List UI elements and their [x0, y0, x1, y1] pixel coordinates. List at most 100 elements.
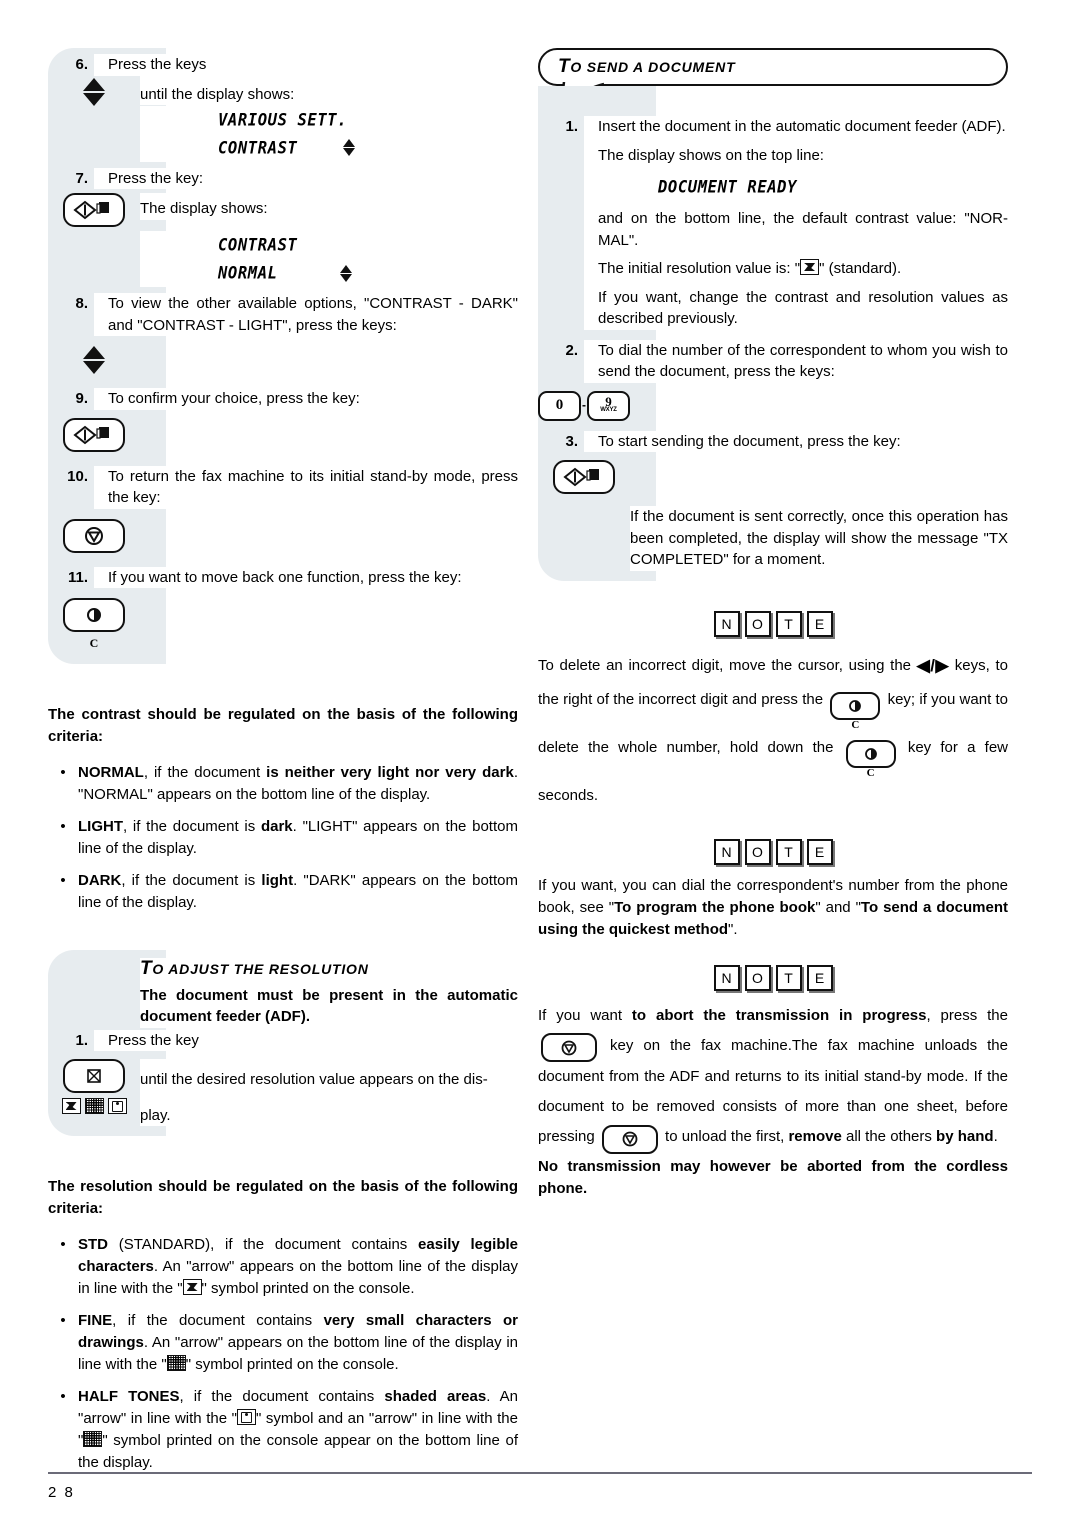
- bullet-text: STD (STANDARD), if the document contains…: [78, 1234, 518, 1300]
- stop-icon: [622, 1131, 638, 1147]
- key-slot: [538, 460, 630, 494]
- send-step-1-l5: If you want, change the contrast and res…: [598, 288, 1008, 328]
- step-text: Press the key: [94, 1029, 518, 1051]
- resolution-step-1: 1. Press the key: [48, 1029, 518, 1051]
- up-down-arrows-indicator-icon: [343, 139, 356, 156]
- display-block-1: VARIOUS SETT. CONTRAST: [48, 105, 518, 162]
- clear-key[interactable]: [63, 598, 125, 632]
- resolution-criteria-heading: The resolution should be regulated on th…: [48, 1178, 518, 1217]
- note-letter: T: [775, 838, 802, 865]
- stop-key-inline-2[interactable]: [601, 1124, 658, 1154]
- note-letter: N: [713, 964, 740, 991]
- note-letter: T: [775, 964, 802, 991]
- note-2-seg-2: " and ": [815, 898, 861, 916]
- note-badge-1: N O T E: [538, 610, 1008, 637]
- resolution-key[interactable]: [63, 1059, 125, 1093]
- lcd-line-bottom: CONTRAST: [218, 137, 298, 158]
- keypad-key-9[interactable]: 9 WXYZ: [587, 390, 630, 421]
- section-title-rest: O ADJUST THE RESOLUTION: [152, 961, 369, 977]
- key-slot: 0 - 9 WXYZ: [538, 390, 630, 421]
- note-letter: O: [744, 610, 771, 637]
- contrast-bullet-light: • LIGHT, if the document is dark. "LIGHT…: [48, 816, 518, 860]
- contrast-bullet-dark: • DARK, if the document is light. "DARK"…: [48, 870, 518, 914]
- note-badge-2: N O T E: [538, 838, 1008, 865]
- start-key[interactable]: [553, 460, 615, 494]
- up-down-arrows-icon[interactable]: [83, 346, 105, 374]
- send-step-3: 3. To start sending the document, press …: [538, 430, 1008, 452]
- note-3-body: If you want to abort the transmission in…: [538, 1001, 1008, 1154]
- note-3-seg-1: If you want: [538, 1006, 632, 1024]
- stop-key[interactable]: [63, 518, 125, 553]
- steps-rail-left: 6. Press the keys until the display show…: [48, 48, 518, 664]
- start-key[interactable]: [63, 417, 125, 452]
- send-step-1-l2: The display shows on the top line:: [598, 146, 824, 164]
- bullet-dot-icon: •: [60, 1388, 66, 1405]
- stop-key-inline-1[interactable]: [541, 1033, 597, 1062]
- clear-key-inline-2[interactable]: C: [845, 739, 896, 779]
- clear-icon: [87, 608, 101, 622]
- stop-key[interactable]: [601, 1124, 658, 1154]
- bullet-lead: HALF TONES: [78, 1388, 180, 1405]
- step-text: To return the fax machine to its initial…: [94, 465, 518, 509]
- step-text: To view the other available options, "CO…: [94, 293, 518, 336]
- key-slot: [48, 417, 140, 452]
- note-3-final: No transmission may however be aborted f…: [538, 1157, 1008, 1197]
- step-9: 9. To confirm your choice, press the key…: [48, 388, 518, 410]
- note-badge-3: N O T E: [538, 964, 1008, 991]
- lcd-panel-1: VARIOUS SETT. CONTRAST: [140, 105, 518, 162]
- adjust-resolution-section: TO ADJUST THE RESOLUTION The document mu…: [48, 950, 518, 1136]
- bullet-seg-1: , if the document contains: [112, 1312, 324, 1329]
- note-3-bold-3: by hand: [936, 1128, 994, 1145]
- footer-divider: [48, 1472, 1032, 1474]
- lcd-line-top: VARIOUS SETT.: [218, 109, 348, 130]
- fine-symbol-icon: [83, 1431, 103, 1447]
- step-text: To dial the number of the correspondent …: [584, 339, 1008, 383]
- send-step-2-key-row: 0 - 9 WXYZ: [538, 390, 1008, 421]
- note-1-seg-3: key;: [883, 690, 916, 708]
- step-10: 10. To return the fax machine to its ini…: [48, 465, 518, 509]
- lcd-line-bottom-row: NORMAL: [140, 259, 518, 287]
- resolution-icon: [87, 1069, 101, 1083]
- up-down-arrows-icon[interactable]: [83, 77, 105, 106]
- note-3-seg-6: all the others: [841, 1128, 937, 1145]
- step-text: The display shows:: [140, 193, 518, 220]
- note-letter: N: [713, 838, 740, 865]
- bullet-emph: shaded areas: [384, 1388, 487, 1405]
- resolution-symbols-row: [61, 1098, 127, 1114]
- callout-title-cap: T: [558, 56, 571, 77]
- step-text: If you want to move back one function, p…: [94, 566, 518, 588]
- right-column: TO SEND A DOCUMENT 1. Insert the documen…: [538, 48, 1008, 1200]
- clear-icon: [849, 699, 862, 712]
- bullet-seg-1: , if the document is: [123, 818, 261, 835]
- stop-icon: [85, 526, 103, 545]
- bullet-dot-icon: •: [60, 818, 66, 835]
- resolution-key-row: until the desired resolution value appea…: [48, 1059, 518, 1126]
- step-8: 8. To view the other available options, …: [48, 293, 518, 336]
- clear-key-inline-1[interactable]: C: [830, 691, 881, 731]
- bullet-text: NORMAL, if the document is neither very …: [78, 762, 518, 806]
- step-number: 2.: [565, 341, 578, 359]
- step-9-key-row: [48, 417, 518, 452]
- keypad-key-0[interactable]: 0: [538, 390, 581, 421]
- start-icon: [563, 467, 599, 487]
- display-block-2: CONTRAST NORMAL: [48, 231, 518, 287]
- start-icon: [73, 425, 109, 444]
- bullet-text: HALF TONES, if the document contains sha…: [78, 1386, 518, 1474]
- start-key[interactable]: [63, 193, 125, 227]
- bullet-lead: STD: [78, 1236, 108, 1253]
- note-2-seg-3: ".: [728, 920, 738, 938]
- up-down-arrows-indicator-icon: [339, 264, 352, 282]
- fine-symbol-icon: [84, 1098, 104, 1114]
- step-text: Press the key:: [94, 167, 518, 189]
- keypad-key-9-letters: WXYZ: [600, 406, 617, 413]
- note-1-seg-1: To delete an incorrect digit, move the c…: [538, 656, 917, 674]
- clear-key[interactable]: [830, 691, 881, 720]
- key-slot: [48, 346, 140, 374]
- send-tail-text: If the document is sent correctly, once …: [630, 506, 1008, 571]
- resolution-step-text-b: until the desired resolution value appea…: [140, 1071, 488, 1088]
- page-number: 2 8: [48, 1484, 75, 1501]
- bullet-text: LIGHT, if the document is dark. "LIGHT" …: [78, 816, 518, 860]
- stop-key[interactable]: [541, 1033, 597, 1062]
- clear-key[interactable]: [845, 739, 896, 768]
- resolution-step-text-c: play.: [140, 1106, 171, 1124]
